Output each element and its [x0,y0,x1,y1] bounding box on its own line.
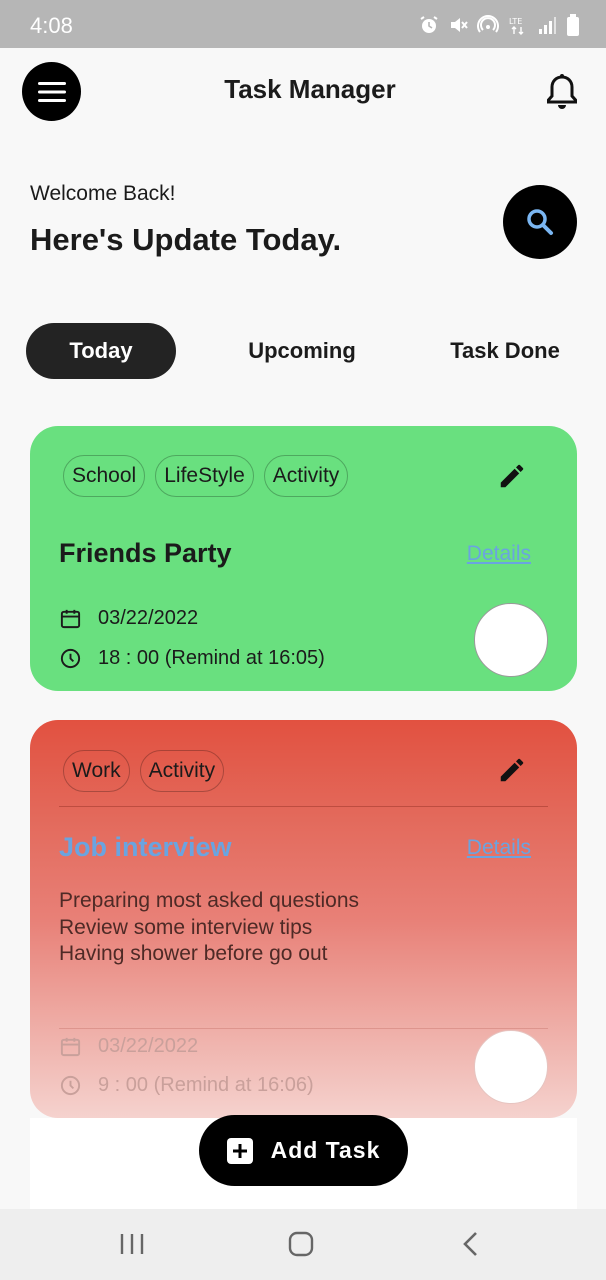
complete-toggle[interactable] [474,1030,548,1104]
plus-icon [226,1137,253,1164]
details-link[interactable]: Details [467,542,531,566]
note-line: Preparing most asked questions [59,889,359,912]
note-line: Having shower before go out [59,942,328,965]
tag-chip[interactable]: Activity [263,455,349,497]
task-title: Job interview [59,832,232,862]
search-button[interactable] [503,185,577,259]
notifications-button[interactable] [542,72,582,112]
divider [59,806,548,807]
tab-upcoming[interactable]: Upcoming [232,323,372,379]
tag-chip[interactable]: Activity [139,750,225,792]
edit-icon[interactable] [497,461,527,491]
task-time: 18 : 00 (Remind at 16:05) [98,647,325,669]
back-icon[interactable] [460,1231,482,1257]
status-time: 4:08 [30,13,73,38]
task-title: Friends Party [59,538,232,568]
task-notes: Preparing most asked questions Review so… [59,888,359,968]
svg-text:LTE: LTE [509,17,522,26]
task-date: 03/22/2022 [98,607,199,629]
tag-chip[interactable]: Work [63,750,130,792]
search-icon [527,209,553,235]
home-icon[interactable] [288,1231,314,1257]
clock-icon [60,648,81,669]
tab-task-done[interactable]: Task Done [440,323,570,379]
note-line: Review some interview tips [59,915,313,939]
divider [59,1028,548,1029]
lte-icon: LTE [508,15,528,40]
tag-chip[interactable]: School [63,455,146,497]
status-bar: 4:08 LTE [0,0,606,48]
tag-list: School LifeStyle Activity [63,455,349,497]
add-task-button[interactable]: Add Task [199,1115,408,1186]
task-card[interactable]: Work Activity Job interview Details Prep… [30,720,577,1118]
tag-chip[interactable]: LifeStyle [155,455,254,497]
navigation-bar [0,1209,606,1280]
task-time-row: 18 : 00 (Remind at 16:05) [59,647,325,670]
tag-list: Work Activity [63,750,225,792]
tab-today[interactable]: Today [26,323,176,379]
task-time-row: 9 : 00 (Remind at 16:06) [59,1074,314,1097]
edit-icon[interactable] [497,755,527,785]
status-icons: LTE [419,14,580,41]
signal-icon [537,15,557,40]
clock-icon [60,1075,81,1096]
battery-icon [566,14,580,41]
mute-icon [448,15,468,40]
task-date: 03/22/2022 [98,1035,199,1057]
task-date-row: 03/22/2022 [59,1035,198,1058]
task-card[interactable]: School LifeStyle Activity Friends Party … [30,426,577,691]
app-title: Task Manager [224,74,396,104]
hotspot-icon [477,15,499,40]
calendar-icon [60,1037,81,1057]
bell-icon [547,74,577,109]
details-link[interactable]: Details [467,836,531,860]
headline-text: Here's Update Today. [30,222,342,257]
welcome-text: Welcome Back! [30,182,176,205]
calendar-icon [60,609,81,629]
recent-apps-icon[interactable] [119,1232,145,1256]
add-task-label: Add Task [270,1137,381,1163]
task-date-row: 03/22/2022 [59,607,198,630]
alarm-icon [419,15,439,40]
task-time: 9 : 00 (Remind at 16:06) [98,1074,314,1096]
complete-toggle[interactable] [474,603,548,677]
